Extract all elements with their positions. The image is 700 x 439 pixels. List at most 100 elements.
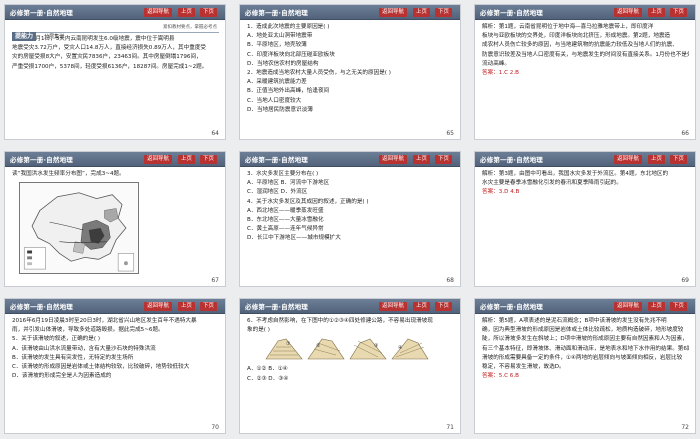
option-line: D．该滑坡的形成完全是人为因素造成的 <box>12 373 112 380</box>
back-to-nav-button[interactable]: 返回导航 <box>378 155 407 164</box>
option-line: B．正值当地外出高峰，恰逢夜间 <box>247 88 330 95</box>
question-line: 2．地震造成当地农村大量人员受伤，与之无关的原因是( ) <box>247 70 391 77</box>
explanation-line: 滑坡的形成需要具备一定的条件，①④两地的岩层倾向与坡面倾向相反，岩层比较 <box>482 354 683 361</box>
header-title: 必修第一册·自然地理 <box>10 303 73 311</box>
option-line: A．平原地区 B．河流中下游地区 <box>247 180 330 187</box>
header-title: 必修第一册·自然地理 <box>245 9 308 17</box>
slope-diagram-4: ④ <box>391 338 429 360</box>
slide-header: 必修第一册·自然地理 返回导航 上页 下页 <box>475 299 695 314</box>
slide-header: 必修第一册·自然地理 返回导航 上页 下页 <box>5 152 225 167</box>
next-page-button[interactable]: 下页 <box>434 155 452 164</box>
option-line: A．该滑坡由山洪水流量带动，含有大量沙石块的特殊洪流 <box>12 345 156 352</box>
next-page-button[interactable]: 下页 <box>434 302 452 311</box>
slide-67[interactable]: 必修第一册·自然地理 返回导航 上页 下页 读“我国洪水发生频率分布图”，完成3… <box>4 151 226 287</box>
back-to-nav-button[interactable]: 返回导航 <box>378 302 407 311</box>
header-title: 必修第一册·自然地理 <box>245 303 308 311</box>
slope-diagram-1: ① <box>265 338 303 360</box>
slide-header: 必修第一册·自然地理 返回导航 上页 下页 <box>240 152 460 167</box>
slide-65[interactable]: 必修第一册·自然地理 返回导航 上页 下页 1．造成此次地震的主要原因是( ) … <box>239 4 461 140</box>
slide-header: 必修第一册·自然地理 返回导航 上页 下页 <box>5 299 225 314</box>
slide-66[interactable]: 必修第一册·自然地理 返回导航 上页 下页 解析：第1题，云南省昆明位于地中海—… <box>474 4 696 140</box>
option-line: C．印度洋板块向北部压碰亚欧板块 <box>247 51 335 58</box>
option-line: C．该滑坡的形成原因是岩体或土体结构较软，比较破碎，地势较低较大 <box>12 364 190 371</box>
slide-content: 提能力 分层集训 紧扣教材要点，掌握必考点 2012年1月1日，3天内云南昆明发… <box>12 23 219 127</box>
prev-page-button[interactable]: 上页 <box>647 8 665 17</box>
question-line: 4．关于水灾多发区及其成因的叙述，正确的是( ) <box>247 198 369 205</box>
explanation-line: 陡，所以滑坡多发生在斜坡上；D项中滑坡的形成原因主要有自然因素和人为因素， <box>482 336 688 343</box>
header-title: 必修第一册·自然地理 <box>480 156 543 164</box>
back-to-nav-button[interactable]: 返回导航 <box>613 8 642 17</box>
option-line: B．平原地区，地壳较薄 <box>247 42 307 49</box>
slide-content: 2016年6月19日凌晨3时至20日3时，湖北省兴山地区发生百年不遇特大暴 雨，… <box>12 317 219 421</box>
explanation-line: 板块与亚欧板块的交界处，印度洋板块向北挤压，形成地震。第2题，地震造 <box>482 33 671 40</box>
page-number: 68 <box>446 277 454 284</box>
slide-content: 解析：第3题，由图中可看出，我国水灾多发于外流区。第4题，东北地区的 水灾主要是… <box>482 170 689 274</box>
terrain-label: ③ <box>374 343 378 349</box>
explanation-line: 有三个基本特征，即滑坡体、滑动面和滑动床，是地表水和地下水作用的结果。第6题， <box>482 345 689 352</box>
slide-content: 解析：第1题，云南省昆明位于地中海—喜马拉雅地震带上，即印度洋 板块与亚欧板块的… <box>482 23 689 127</box>
question-intro: 读“我国洪水发生频率分布图”，完成3~4题。 <box>12 171 125 177</box>
text-line: 2016年6月19日凌晨3时至20日3时，湖北省兴山地区发生百年不遇特大暴 <box>12 318 197 324</box>
next-page-button[interactable]: 下页 <box>199 8 217 17</box>
section-hint: 紧扣教材要点，掌握必考点 <box>163 25 217 30</box>
page-number: 72 <box>681 424 689 431</box>
text-line: 雨，并引发山体滑坡，导致多处道路毁损。据此完成5~6题。 <box>12 327 164 334</box>
next-page-button[interactable]: 下页 <box>199 302 217 311</box>
next-page-button[interactable]: 下页 <box>669 155 687 164</box>
back-to-nav-button[interactable]: 返回导航 <box>613 302 642 311</box>
answer-line: 答案：1.C 2.B <box>482 70 519 77</box>
prev-page-button[interactable]: 上页 <box>412 8 430 17</box>
terrain-label: ① <box>286 341 291 347</box>
slide-71[interactable]: 必修第一册·自然地理 返回导航 上页 下页 6．不考虑自然影响，在下图中的①②③… <box>239 298 461 434</box>
prev-page-button[interactable]: 上页 <box>177 302 195 311</box>
prev-page-button[interactable]: 上页 <box>647 302 665 311</box>
header-title: 必修第一册·自然地理 <box>10 156 73 164</box>
question-line: 5．关于该滑坡的叙述，正确的是( ) <box>12 336 101 343</box>
option-line: B．该滑坡的发生具有突发性，无特定的发生场所 <box>12 354 134 361</box>
option-line: C．黄土高原——连年气候异常 <box>247 226 324 233</box>
text-line: 灾的房屋受损8大户，安置灾民7836户，23463间。其中房屋倒塌1796间， <box>12 54 202 61</box>
option-line: A．西北地区——暖季蒸发旺盛 <box>247 207 324 214</box>
header-title: 必修第一册·自然地理 <box>245 156 308 164</box>
section-subtitle: 分层集训 <box>44 34 65 40</box>
slide-69[interactable]: 必修第一册·自然地理 返回导航 上页 下页 解析：第3题，由图中可看出，我国水灾… <box>474 151 696 287</box>
prev-page-button[interactable]: 上页 <box>177 8 195 17</box>
option-line: D．长江中下游地区——城市规模扩大 <box>247 235 341 242</box>
back-to-nav-button[interactable]: 返回导航 <box>143 302 172 311</box>
slide-68[interactable]: 必修第一册·自然地理 返回导航 上页 下页 3．水灾多发区主要分布在( ) A．… <box>239 151 461 287</box>
header-title: 必修第一册·自然地理 <box>10 9 73 17</box>
back-to-nav-button[interactable]: 返回导航 <box>613 155 642 164</box>
page-number: 67 <box>211 277 219 284</box>
china-flood-map <box>19 182 139 274</box>
prev-page-button[interactable]: 上页 <box>412 302 430 311</box>
option-line: B．东北地区——大量冰雪融化 <box>247 217 324 224</box>
slide-header: 必修第一册·自然地理 返回导航 上页 下页 <box>240 5 460 20</box>
slide-64[interactable]: 必修第一册·自然地理 返回导航 上页 下页 提能力 分层集训 紧扣教材要点，掌握… <box>4 4 226 140</box>
back-to-nav-button[interactable]: 返回导航 <box>143 155 172 164</box>
back-to-nav-button[interactable]: 返回导航 <box>378 8 407 17</box>
next-page-button[interactable]: 下页 <box>199 155 217 164</box>
slide-header: 必修第一册·自然地理 返回导航 上页 下页 <box>240 299 460 314</box>
page-number: 66 <box>681 130 689 137</box>
question-line: 6．不考虑自然影响，在下图中的①②③④四处修建公路，不容易出现滑坡现 <box>247 318 433 324</box>
prev-page-button[interactable]: 上页 <box>647 155 665 164</box>
slide-header: 必修第一册·自然地理 返回导航 上页 下页 <box>5 5 225 20</box>
slide-content: 3．水灾多发区主要分布在( ) A．平原地区 B．河流中下游地区 C．湿润地区 … <box>247 170 454 274</box>
header-title: 必修第一册·自然地理 <box>480 9 543 17</box>
next-page-button[interactable]: 下页 <box>434 8 452 17</box>
next-page-button[interactable]: 下页 <box>669 302 687 311</box>
explanation-line: 稳定，不容易发生滑坡，故选D。 <box>482 364 565 371</box>
next-page-button[interactable]: 下页 <box>669 8 687 17</box>
slide-72[interactable]: 必修第一册·自然地理 返回导航 上页 下页 解析：第5题，A项表述的是泥石流概念… <box>474 298 696 434</box>
option-line: C．湿润地区 D．外流区 <box>247 189 308 196</box>
slide-content: 解析：第5题，A项表述的是泥石流概念；B项中该滑坡的发生没有先兆不明 确，因为典… <box>482 317 689 421</box>
prev-page-button[interactable]: 上页 <box>177 155 195 164</box>
page-number: 69 <box>681 277 689 284</box>
prev-page-button[interactable]: 上页 <box>412 155 430 164</box>
question-line: 1．造成此次地震的主要原因是( ) <box>247 24 330 30</box>
page-number: 71 <box>446 424 454 431</box>
back-to-nav-button[interactable]: 返回导航 <box>143 8 172 17</box>
slide-70[interactable]: 必修第一册·自然地理 返回导航 上页 下页 2016年6月19日凌晨3时至20日… <box>4 298 226 434</box>
question-line: 3．水灾多发区主要分布在( ) <box>247 171 319 177</box>
slide-header: 必修第一册·自然地理 返回导航 上页 下页 <box>475 5 695 20</box>
